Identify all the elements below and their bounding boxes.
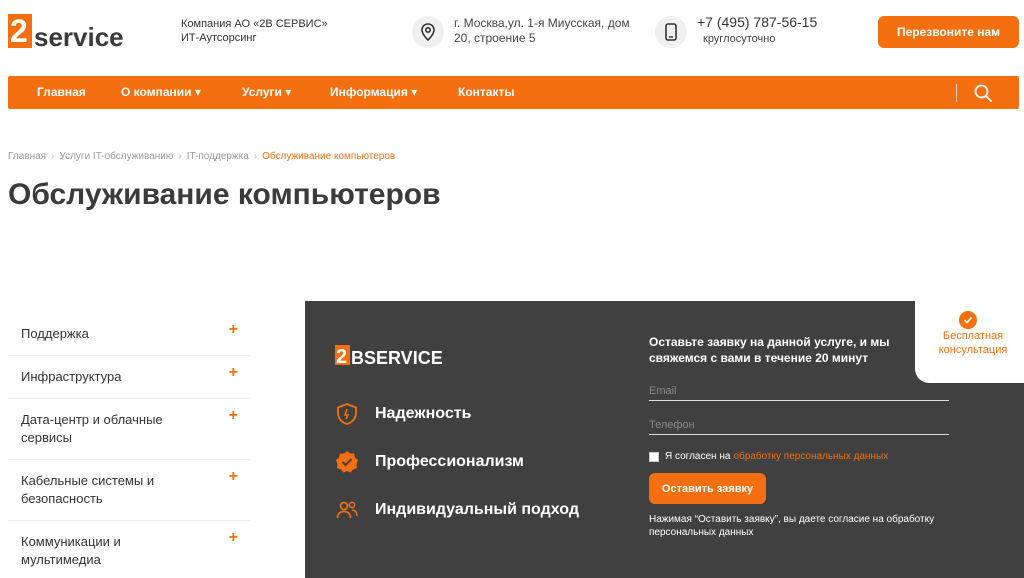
svg-text:service: service [34,22,124,50]
feature-label: Надежность [375,405,472,422]
callback-button[interactable]: Перезвоните нам [878,16,1019,48]
sidebar-item-label: Коммуникации и мультимедиа [21,534,121,567]
nav-item-contacts[interactable]: Контакты [458,85,515,99]
sidebar-item-communications[interactable]: Коммуникации и мультимедиа + [8,521,250,578]
panel-logo: 2 BSERVICE [335,345,443,367]
check-circle-icon [959,311,977,329]
consent-checkbox[interactable] [649,451,659,462]
email-field[interactable] [649,381,949,401]
nav-item-home[interactable]: Главная [37,85,86,99]
search-icon[interactable] [973,83,993,103]
feature-label: Профессионализм [375,453,524,470]
submit-request-button[interactable]: Оставить заявку [649,473,766,504]
location-pin-icon [421,23,435,41]
nav-item-info[interactable]: Информация ▾ [330,85,417,99]
sidebar-item-datacenter[interactable]: Дата-центр и облачные сервисы + [8,399,250,460]
breadcrumb-separator: › [51,151,55,162]
phone-icon [665,23,677,41]
phone-hours: круглосуточно [703,33,776,45]
feature-label: Индивидуальный подход [375,501,579,518]
breadcrumb-it-support[interactable]: IT-поддержка [187,151,249,162]
consult-line-2: консультация [938,344,1008,356]
sidebar-item-support[interactable]: Поддержка + [8,313,250,356]
expand-plus-icon[interactable]: + [229,407,238,425]
consent-note: Нажимая “Оставить заявку”, вы даете согл… [649,514,935,538]
expand-plus-icon[interactable]: + [229,321,238,339]
breadcrumb-services[interactable]: Услуги IT-обслуживанию [59,151,173,162]
breadcrumb-home[interactable]: Главная [8,151,46,162]
badge-check-icon [336,451,358,473]
services-sidebar: Поддержка + Инфраструктура + Дата-центр … [8,313,250,578]
privacy-link[interactable]: обработку персональных данных [733,451,888,462]
site-header: 2 service Компания АО «2В СЕРВИС» ИТ-Аут… [0,0,1024,68]
nav-item-about[interactable]: О компании ▾ [121,85,201,99]
phone-field[interactable] [649,415,949,435]
address-line-2: 20, строение 5 [454,31,536,45]
nav-divider [956,84,957,102]
sidebar-item-label: Инфраструктура [21,369,122,384]
location-icon-wrap [412,16,444,48]
consent-row: Я согласен на обработку персональных дан… [649,451,888,462]
address: г. Москва,ул. 1-я Миусская, дом 20, стро… [454,16,644,46]
svg-text:2: 2 [10,13,28,49]
breadcrumb-separator: › [253,151,258,162]
breadcrumb-separator: › [178,151,182,162]
free-consultation-tab[interactable]: Бесплатная консультация [915,301,1024,383]
svg-text:BSERVICE: BSERVICE [351,348,443,367]
expand-plus-icon[interactable]: + [229,468,238,486]
sidebar-item-label: Кабельные системы и безопасность [21,473,155,506]
sidebar-item-cabling[interactable]: Кабельные системы и безопасность + [8,460,250,521]
form-title: Оставьте заявку на данной услуге, и мы с… [649,335,890,365]
phone-number[interactable]: +7 (495) 787-56-15 [697,14,817,30]
breadcrumb: Главная › Услуги IT-обслуживанию › IT-поддер… [8,151,395,162]
expand-plus-icon[interactable]: + [229,529,238,547]
sidebar-item-infrastructure[interactable]: Инфраструктура + [8,356,250,399]
svg-text:2: 2 [336,346,347,367]
company-info: Компания АО «2В СЕРВИС» ИТ-Аутсорсинг [181,17,328,45]
feature-individual: Индивидуальный подход [335,498,579,522]
consult-label: Бесплатная консультация [923,329,1023,357]
feature-professionalism: Профессионализм [335,450,524,474]
company-name: Компания АО «2В СЕРВИС» [181,18,328,30]
phone-icon-wrap [655,16,687,48]
breadcrumb-current: Обслуживание компьютеров [262,151,396,162]
company-tagline: ИТ-Аутсорсинг [181,32,257,44]
expand-plus-icon[interactable]: + [229,364,238,382]
address-line-1: г. Москва,ул. 1-я Миусская, дом [454,16,630,30]
feature-reliability: Надежность [335,402,471,426]
shield-icon [337,403,357,425]
nav-item-services[interactable]: Услуги ▾ [242,85,291,99]
users-icon [336,501,358,519]
main-nav: Главная О компании ▾ Услуги ▾ Информация… [8,76,1019,109]
sidebar-item-label: Дата-центр и облачные сервисы [21,412,163,445]
consult-line-1: Бесплатная [942,330,1004,342]
consent-text: Я согласен на [665,451,731,462]
page-title: Обслуживание компьютеров [8,178,441,211]
check-icon [963,316,973,324]
brand-logo[interactable]: 2 service [8,12,132,50]
sidebar-item-label: Поддержка [21,326,89,341]
